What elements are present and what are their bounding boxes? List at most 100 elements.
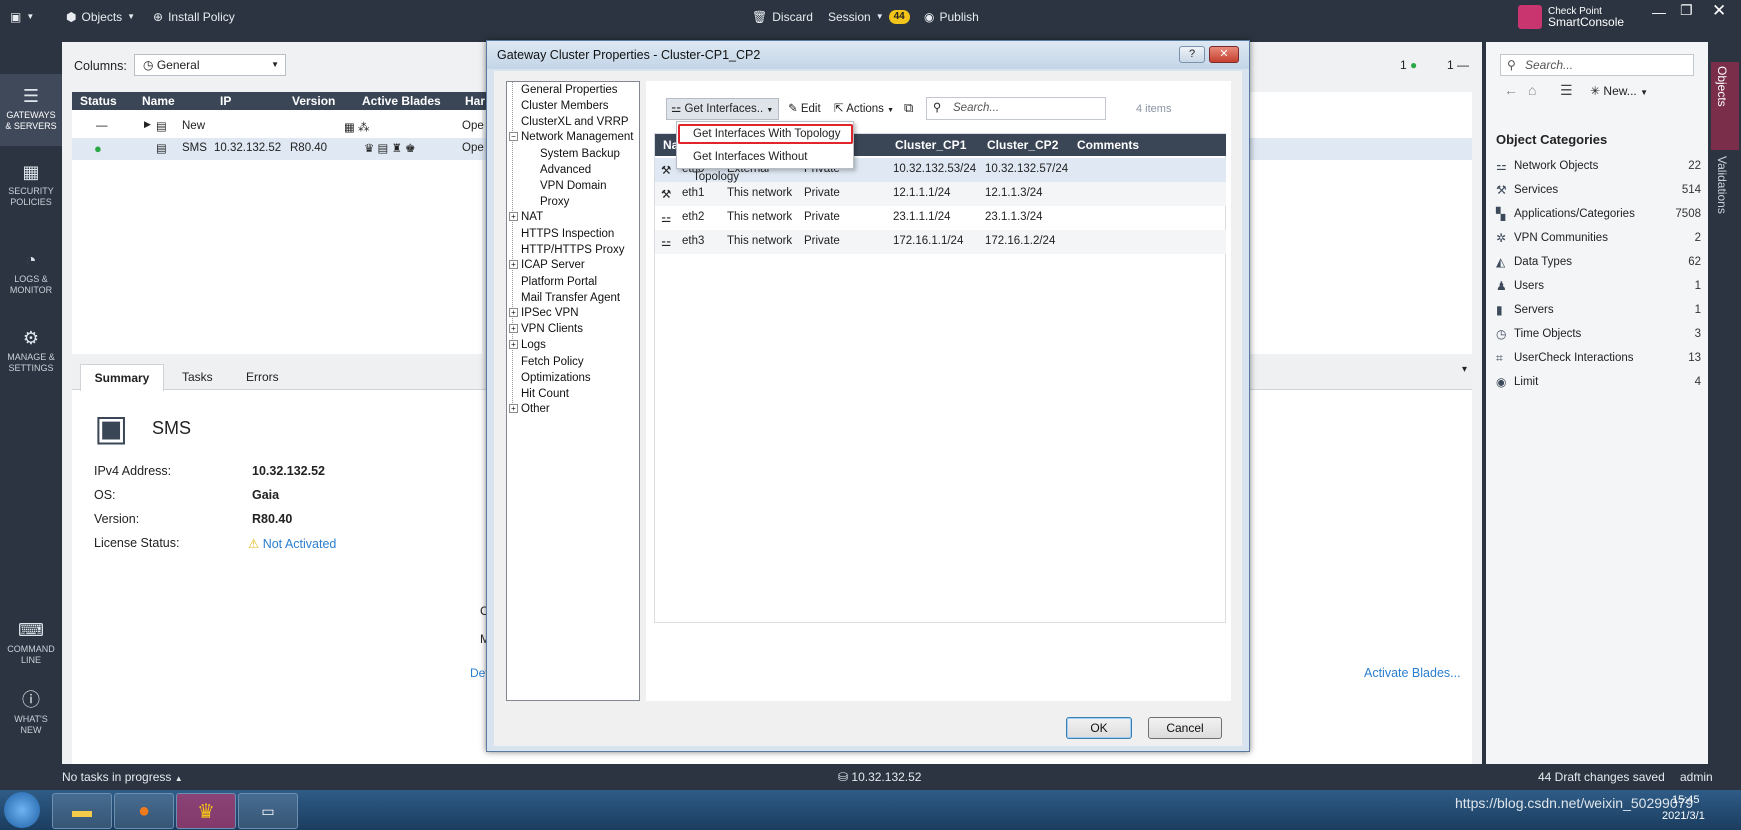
objects-menu-button[interactable]: ⬢ Objects ▼ [66,8,135,26]
edit-button[interactable]: ✎ Edit [788,101,821,115]
category-data-types[interactable]: ◭ Data Types 62 [1496,250,1701,274]
tree-item-fetch-policy[interactable]: Fetch Policy [509,355,584,368]
tree-item-ipsec-vpn[interactable]: + IPSec VPN [509,307,579,319]
expand-icon[interactable]: + [509,212,518,221]
discard-button[interactable]: 🗑 Discard [752,8,813,26]
category-applications[interactable]: ▚ Applications/Categories 7508 [1496,202,1701,226]
lock-icon[interactable]: ⌂ [1528,82,1536,98]
nav-manage-settings[interactable]: ⚙ MANAGE & SETTINGS [0,328,62,388]
category-network-objects[interactable]: ⚍ Network Objects 22 [1496,154,1701,178]
category-users[interactable]: ♟ Users 1 [1496,274,1701,298]
explorer-task-button[interactable]: ▬ [52,793,112,829]
dialog-close-button[interactable]: ✕ [1209,46,1239,63]
nav-whats-new[interactable]: ⓘ WHAT'S NEW [0,690,62,750]
col-name[interactable]: Name [142,94,175,108]
tasks-status[interactable]: No tasks in progress ▲ [62,770,183,784]
copy-icon[interactable]: ⧉ [904,100,913,116]
actions-button[interactable]: ⇱ Actions ▼ [834,101,894,115]
expand-icon[interactable]: + [509,260,518,269]
collapse-icon[interactable]: ▾ [1462,364,1467,375]
expand-icon[interactable]: + [509,324,518,333]
columns-select[interactable]: ◷ General ▼ [134,54,286,76]
tree-item-icap-server[interactable]: + ICAP Server [509,259,585,271]
ok-counter[interactable]: 1 ● [1400,58,1417,72]
license-status-link[interactable]: ⚠ Not Activated [248,536,336,551]
publish-button[interactable]: ◉ Publish [924,8,979,26]
table-row[interactable]: — ▶ ▤ New ▦ ⁂ Ope [72,116,484,138]
ok-button[interactable]: OK [1066,717,1132,739]
interfaces-search-input[interactable]: ⚲ Search... [926,97,1106,120]
nav-gateways-servers[interactable]: ☰ GATEWAYS & SERVERS [0,74,62,146]
cancel-button[interactable]: Cancel [1148,717,1222,739]
tree-item-proxy[interactable]: Proxy [528,195,569,208]
interface-topology: This network [727,211,793,223]
category-usercheck[interactable]: ⌗ UserCheck Interactions 13 [1496,346,1701,370]
col-cluster-cp1[interactable]: Cluster_CP1 [895,138,966,152]
col-cluster-cp2[interactable]: Cluster_CP2 [987,138,1058,152]
table-row[interactable]: ⚒ eth1 This network Private 12.1.1.1/24 … [655,182,1226,206]
session-button[interactable]: Session ▼ 44 [828,8,910,26]
new-object-button[interactable]: ✳ New... ▼ [1590,84,1648,98]
minimize-button[interactable]: — [1652,4,1666,20]
tree-item-platform-portal[interactable]: Platform Portal [509,275,597,288]
tab-tasks[interactable]: Tasks [182,370,213,384]
col-status[interactable]: Status [80,94,117,108]
expand-icon[interactable]: + [509,340,518,349]
tree-item-advanced[interactable]: Advanced [528,163,591,176]
tree-item-vpn-domain[interactable]: VPN Domain [528,179,606,192]
tree-item-cluster-members[interactable]: Cluster Members [509,99,609,112]
cmd-task-button[interactable]: ▭ [238,793,298,829]
category-servers[interactable]: ▮ Servers 1 [1496,298,1701,322]
table-row[interactable]: ⚍ eth2 This network Private 23.1.1.1/24 … [655,206,1226,230]
tree-item-clusterxl-vrrp[interactable]: ClusterXL and VRRP [509,115,629,128]
restore-button[interactable]: ❐ [1680,2,1693,19]
tree-item-https-inspection[interactable]: HTTPS Inspection [509,227,614,240]
col-active-blades[interactable]: Active Blades [362,94,441,108]
tree-item-general-properties[interactable]: General Properties [509,83,618,96]
dialog-help-button[interactable]: ? [1179,46,1205,63]
category-limit[interactable]: ◉ Limit 4 [1496,370,1701,394]
tree-item-network-management[interactable]: − Network Management [509,131,634,143]
back-icon[interactable]: ← [1504,82,1518,98]
firefox-task-button[interactable]: ● [114,793,174,829]
install-policy-button[interactable]: ⊕ Install Policy [153,8,235,26]
list-view-icon[interactable]: ☰ [1560,82,1573,99]
app-menu-button[interactable]: ▣ ▼ [10,8,34,26]
tab-summary[interactable]: Summary [80,364,164,391]
category-vpn-communities[interactable]: ✲ VPN Communities 2 [1496,226,1701,250]
tab-validations[interactable]: Validations [1715,156,1729,214]
col-comments[interactable]: Comments [1077,138,1139,152]
menu-item-without-topology[interactable]: Get Interfaces Without Topology [678,147,853,183]
expand-icon[interactable]: + [509,308,518,317]
dash-counter[interactable]: 1 — [1447,58,1469,72]
nav-logs-monitor[interactable]: ◔ LOGS & MONITOR [0,250,62,310]
close-button[interactable]: ✕ [1712,1,1726,21]
tree-item-optimizations[interactable]: Optimizations [509,371,591,384]
tree-item-logs[interactable]: + Logs [509,339,546,351]
tree-item-nat[interactable]: + NAT [509,211,543,223]
nav-command-line[interactable]: ⌨ COMMAND LINE [0,620,62,680]
col-ip[interactable]: IP [220,94,231,108]
category-time-objects[interactable]: ◷ Time Objects 3 [1496,322,1701,346]
windows-start-button[interactable] [4,792,40,828]
smartconsole-task-button[interactable]: ♛ [176,793,236,829]
tree-item-vpn-clients[interactable]: + VPN Clients [509,323,583,335]
tree-item-system-backup[interactable]: System Backup [528,147,620,160]
tree-item-hit-count[interactable]: Hit Count [509,387,569,400]
table-row[interactable]: ⚍ eth3 This network Private 172.16.1.1/2… [655,230,1226,254]
expand-icon[interactable]: + [509,404,518,413]
tree-item-other[interactable]: + Other [509,403,550,415]
collapse-icon[interactable]: − [509,132,518,141]
category-services[interactable]: ⚒ Services 514 [1496,178,1701,202]
activate-blades-link[interactable]: Activate Blades... [1364,666,1461,680]
tree-item-http-https-proxy[interactable]: HTTP/HTTPS Proxy [509,243,625,256]
col-hardware[interactable]: Har [465,94,485,108]
tree-item-mail-transfer-agent[interactable]: Mail Transfer Agent [509,291,620,304]
get-interfaces-button[interactable]: ⚍ Get Interfaces.. ▼ [666,98,779,120]
menu-item-with-topology[interactable]: Get Interfaces With Topology [678,124,853,144]
nav-security-policies[interactable]: ▦ SECURITY POLICIES [0,162,62,222]
tab-errors[interactable]: Errors [246,370,279,384]
objects-search-input[interactable]: ⚲ Search... [1500,54,1694,76]
col-version[interactable]: Version [292,94,335,108]
chevron-right-icon[interactable]: ▶ [144,119,151,130]
